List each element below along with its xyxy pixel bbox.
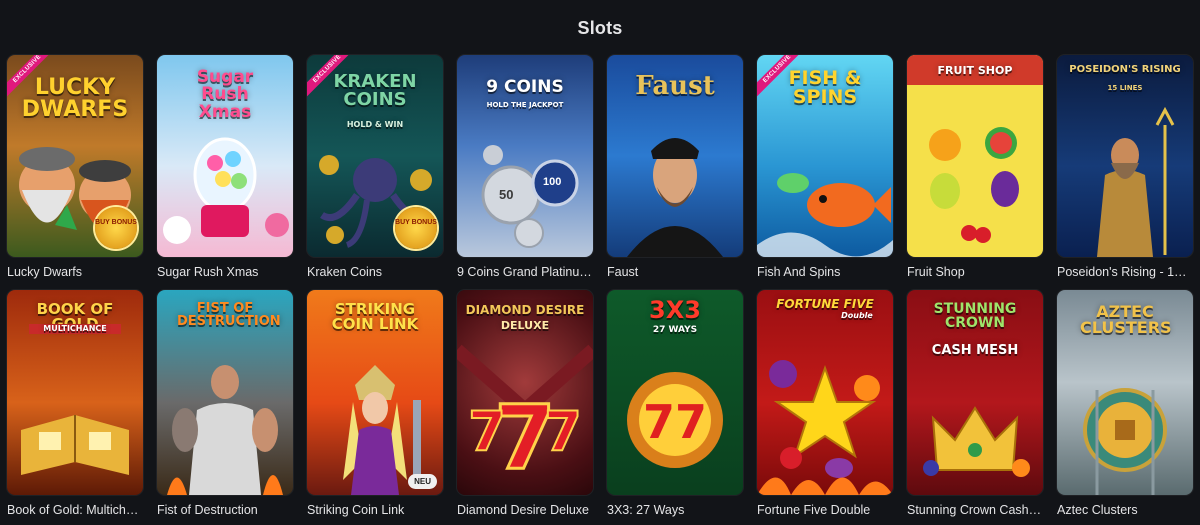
game-name[interactable]: Faust <box>607 265 743 279</box>
game-tile-fish-and-spins[interactable]: EXCLUSIVE FISH & SPINS Fish And Spins <box>757 55 893 290</box>
game-tile-fist-of-destruction[interactable]: FIST OF DESTRUCTION Fist of Destruction <box>157 290 293 525</box>
coin-value-100: 100 <box>543 176 562 188</box>
game-tile-faust[interactable]: Faust Faust <box>607 55 743 290</box>
game-name[interactable]: Diamond Desire Deluxe <box>457 503 593 517</box>
game-tile-9-coins[interactable]: 9 COINS HOLD THE JACKPOT 50 100 9 Coins … <box>457 55 593 290</box>
game-logo: POSEIDON'S RISING <box>1069 64 1181 75</box>
game-tile-poseidons-rising[interactable]: POSEIDON'S RISING 15 LINES Poseidon's Ri… <box>1057 55 1193 290</box>
game-logo: AZTEC CLUSTERS <box>1080 302 1172 338</box>
game-thumbnail[interactable]: Sugar Rush Xmas <box>157 55 293 257</box>
game-tile-sugar-rush-xmas[interactable]: Sugar Rush Xmas Sugar Rush Xmas <box>157 55 293 290</box>
game-name[interactable]: Fish And Spins <box>757 265 893 279</box>
game-sublogo: 27 WAYS <box>652 325 698 335</box>
game-tile-stunning-crown-cash-mesh[interactable]: STUNNING CROWN CASH MESH Stunning Crown … <box>907 290 1043 525</box>
page-title: Slots <box>577 18 623 38</box>
game-thumbnail[interactable]: EXCLUSIVE LUCKY DWARFS BUY BONUS <box>7 55 143 257</box>
game-logo: DIAMOND DESIRE <box>465 303 585 317</box>
game-name[interactable]: Lucky Dwarfs <box>7 265 143 279</box>
game-thumbnail[interactable]: POSEIDON'S RISING 15 LINES <box>1057 55 1193 257</box>
game-tile-lucky-dwarfs[interactable]: EXCLUSIVE LUCKY DWARFS BUY BONUS Lucky D… <box>7 55 143 290</box>
game-thumbnail[interactable]: AZTEC CLUSTERS <box>1057 290 1193 495</box>
game-thumbnail[interactable]: FORTUNE FIVE Double <box>757 290 893 495</box>
game-tile-3x3-27-ways[interactable]: 77 3X3 27 WAYS 3X3: 27 Ways <box>607 290 743 525</box>
game-tile-fortune-five-double[interactable]: FORTUNE FIVE Double Fortune Five Double <box>757 290 893 525</box>
game-sublogo: 15 LINES <box>1107 84 1143 92</box>
game-sublogo: HOLD & WIN <box>346 120 404 129</box>
game-name[interactable]: Aztec Clusters <box>1057 503 1193 517</box>
coin-value-50: 50 <box>499 187 514 202</box>
game-thumbnail[interactable]: EXCLUSIVE KRAKEN COINS HOLD & WIN BUY BO… <box>307 55 443 257</box>
game-sublogo: HOLD THE JACKPOT <box>486 101 564 109</box>
game-logo: KRAKEN COINS <box>333 71 417 111</box>
games-grid: EXCLUSIVE LUCKY DWARFS BUY BONUS Lucky D… <box>7 55 1193 525</box>
game-sublogo: Double <box>841 311 873 320</box>
game-logo: FIST OF DESTRUCTION <box>177 301 281 330</box>
game-logo: Sugar Rush Xmas <box>196 67 254 122</box>
game-name[interactable]: Fruit Shop <box>907 265 1043 279</box>
game-tile-fruit-shop[interactable]: FRUIT SHOP Fruit Shop <box>907 55 1043 290</box>
svg-text:7: 7 <box>544 400 582 463</box>
game-thumbnail[interactable]: 77 3X3 27 WAYS <box>607 290 743 495</box>
game-logo: FRUIT SHOP <box>937 64 1013 77</box>
game-name[interactable]: Striking Coin Link <box>307 503 443 517</box>
game-sublogo: DELUXE <box>500 319 550 332</box>
game-tile-kraken-coins[interactable]: EXCLUSIVE KRAKEN COINS HOLD & WIN BUY BO… <box>307 55 443 290</box>
game-thumbnail[interactable]: FIST OF DESTRUCTION <box>157 290 293 495</box>
game-name[interactable]: Stunning Crown Cash Mesh <box>907 503 1043 517</box>
game-logo: FISH & SPINS <box>788 67 862 109</box>
game-logo: STRIKING COIN LINK <box>331 300 419 334</box>
game-sublogo: CASH MESH <box>931 343 1019 358</box>
game-logo: STUNNING CROWN <box>933 301 1017 332</box>
buy-bonus-badge: BUY BONUS <box>395 207 437 249</box>
game-name[interactable]: 9 Coins Grand Platinum Edition <box>457 265 593 279</box>
game-name[interactable]: Sugar Rush Xmas <box>157 265 293 279</box>
game-tile-striking-coin-link[interactable]: STRIKING COIN LINK NEU Striking Coin Lin… <box>307 290 443 525</box>
game-thumbnail[interactable]: EXCLUSIVE FISH & SPINS <box>757 55 893 257</box>
star-fruits-illustration <box>757 360 893 495</box>
game-logo: FORTUNE FIVE <box>776 297 874 311</box>
new-badge: NEU <box>408 474 437 489</box>
buy-bonus-badge: BUY BONUS <box>95 207 137 249</box>
game-tile-aztec-clusters[interactable]: AZTEC CLUSTERS Aztec Clusters <box>1057 290 1193 525</box>
game-sublogo: MULTICHANCE <box>29 324 121 335</box>
game-logo: LUCKY DWARFS <box>21 75 129 123</box>
game-logo: 3X3 <box>649 296 701 324</box>
game-name[interactable]: Fist of Destruction <box>157 503 293 517</box>
game-thumbnail[interactable]: FRUIT SHOP <box>907 55 1043 257</box>
svg-text:77: 77 <box>643 395 707 449</box>
game-logo: Faust <box>635 71 715 101</box>
game-thumbnail[interactable]: 9 COINS HOLD THE JACKPOT 50 100 <box>457 55 593 257</box>
game-thumbnail[interactable]: 7 7 7 DIAMOND DESIRE DELUXE <box>457 290 593 495</box>
game-logo: 9 COINS <box>486 77 564 97</box>
fruits-illustration <box>907 55 1043 243</box>
game-name[interactable]: 3X3: 27 Ways <box>607 503 743 517</box>
game-name[interactable]: Poseidon's Rising - 15 Lines <box>1057 265 1193 279</box>
game-thumbnail[interactable]: BOOK OF GOLD MULTICHANCE <box>7 290 143 495</box>
game-thumbnail[interactable]: STRIKING COIN LINK NEU <box>307 290 443 495</box>
game-tile-book-of-gold[interactable]: BOOK OF GOLD MULTICHANCE Book of Gold: M… <box>7 290 143 525</box>
game-thumbnail[interactable]: Faust <box>607 55 743 257</box>
game-name[interactable]: Kraken Coins <box>307 265 443 279</box>
game-thumbnail[interactable]: STUNNING CROWN CASH MESH <box>907 290 1043 495</box>
game-tile-diamond-desire-deluxe[interactable]: 7 7 7 DIAMOND DESIRE DELUXE Diamond Desi… <box>457 290 593 525</box>
game-name[interactable]: Fortune Five Double <box>757 503 893 517</box>
svg-text:7: 7 <box>468 400 506 463</box>
game-name[interactable]: Book of Gold: Multichance <box>7 503 143 517</box>
